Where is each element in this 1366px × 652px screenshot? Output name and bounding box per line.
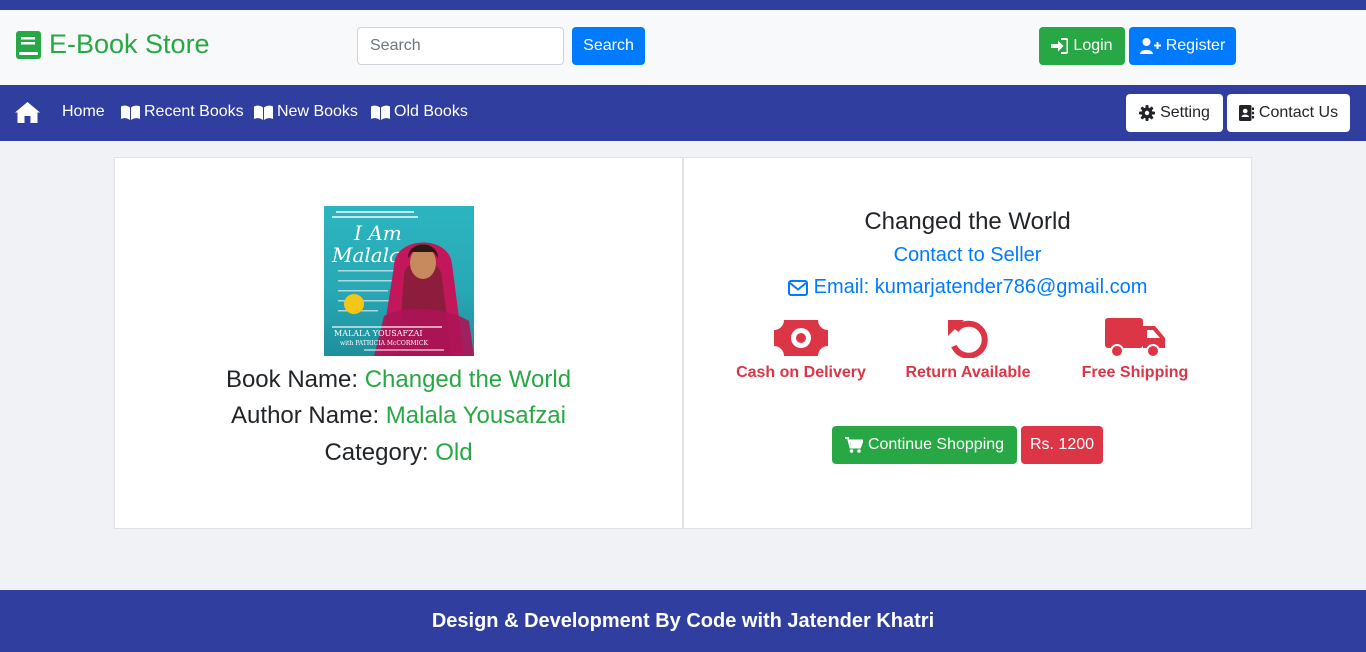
truck-icon	[1105, 318, 1165, 358]
detail-title: Changed the World	[864, 208, 1071, 235]
cover-author-caption: MALALA YOUSAFZAI	[334, 329, 423, 338]
search-button[interactable]: Search	[572, 27, 645, 65]
nav-old-books[interactable]: Old Books	[371, 103, 468, 121]
nav-new-label: New Books	[277, 103, 358, 120]
book-icon	[16, 30, 41, 59]
author-name-line: Author Name: Malala Yousafzai	[115, 402, 682, 430]
register-button[interactable]: Register	[1129, 27, 1236, 65]
brand-name: E-Book Store	[49, 29, 210, 59]
contact-us-label: Contact Us	[1258, 104, 1339, 121]
book-cover-image[interactable]: I Am Malala MALALA YOUSAFZAI with PATRIC…	[324, 206, 474, 356]
author-name-label: Author Name:	[231, 402, 380, 429]
nav-home[interactable]: Home	[62, 103, 105, 121]
cart-icon	[844, 437, 863, 453]
nav-recent-label: Recent Books	[144, 103, 244, 120]
home-icon[interactable]	[15, 102, 40, 123]
undo-icon	[948, 320, 988, 358]
setting-button[interactable]: Setting	[1126, 94, 1223, 132]
category-value: Old	[435, 439, 473, 466]
feature-shipping-label: Free Shipping	[1081, 364, 1189, 381]
book-info-card: I Am Malala MALALA YOUSAFZAI with PATRIC…	[114, 157, 683, 529]
user-plus-icon	[1139, 38, 1161, 54]
nav-home-label: Home	[62, 103, 105, 120]
author-name-value: Malala Yousafzai	[385, 402, 566, 429]
nav-recent-books[interactable]: Recent Books	[121, 103, 244, 121]
feature-return-label: Return Available	[905, 364, 1031, 381]
price-label: Rs. 1200	[1029, 436, 1095, 453]
footer-text: Design & Development By Code with Jatend…	[431, 609, 935, 632]
gear-icon	[1139, 105, 1156, 121]
book-name-label: Book Name:	[225, 366, 359, 393]
brand-logo[interactable]: E-Book Store	[16, 29, 210, 60]
book-name-value: Changed the World	[364, 366, 572, 393]
feature-cash-on-delivery: Cash on Delivery	[716, 318, 886, 382]
category-label: Category:	[324, 439, 429, 466]
cover-coauthor-caption: with PATRICIA McCORMICK	[340, 340, 428, 347]
open-book-icon	[254, 105, 273, 120]
nav-new-books[interactable]: New Books	[254, 103, 358, 121]
feature-return-available: Return Available	[883, 318, 1053, 382]
setting-label: Setting	[1160, 104, 1210, 121]
footer: Design & Development By Code with Jatend…	[0, 590, 1366, 652]
book-detail-card: Changed the World Contact to Seller Emai…	[683, 157, 1252, 529]
envelope-icon	[787, 279, 808, 296]
book-cover-art: I Am Malala MALALA YOUSAFZAI with PATRIC…	[331, 211, 474, 356]
svg-text:I Am: I Am	[353, 221, 402, 245]
contact-seller-link[interactable]: Contact to Seller	[684, 244, 1251, 267]
seller-email-text: Email: kumarjatender786@gmail.com	[813, 276, 1148, 298]
open-book-icon	[121, 105, 140, 120]
address-book-icon	[1238, 105, 1254, 121]
svg-text:Malala: Malala	[331, 243, 401, 267]
nav-old-label: Old Books	[394, 103, 468, 120]
category-line: Category: Old	[115, 439, 682, 467]
book-name-line: Book Name: Changed the World	[115, 366, 682, 394]
open-book-icon	[371, 105, 390, 120]
register-label: Register	[1165, 37, 1226, 54]
continue-shopping-label: Continue Shopping	[867, 436, 1005, 453]
top-accent-strip	[0, 0, 1366, 10]
sign-in-icon	[1051, 38, 1069, 54]
contact-us-button[interactable]: Contact Us	[1227, 94, 1350, 132]
seller-email[interactable]: Email: kumarjatender786@gmail.com	[684, 276, 1251, 299]
search-input[interactable]	[357, 27, 564, 65]
header: E-Book Store Search Login Register	[0, 10, 1366, 85]
login-button[interactable]: Login	[1039, 27, 1125, 65]
main-navbar: Home Recent Books New Books Old Books Se…	[0, 85, 1366, 141]
login-label: Login	[1073, 37, 1113, 54]
money-bill-icon	[774, 320, 828, 356]
continue-shopping-button[interactable]: Continue Shopping	[832, 426, 1017, 464]
feature-cod-label: Cash on Delivery	[736, 364, 866, 381]
feature-free-shipping: Free Shipping	[1050, 318, 1220, 382]
price-button[interactable]: Rs. 1200	[1021, 426, 1103, 464]
